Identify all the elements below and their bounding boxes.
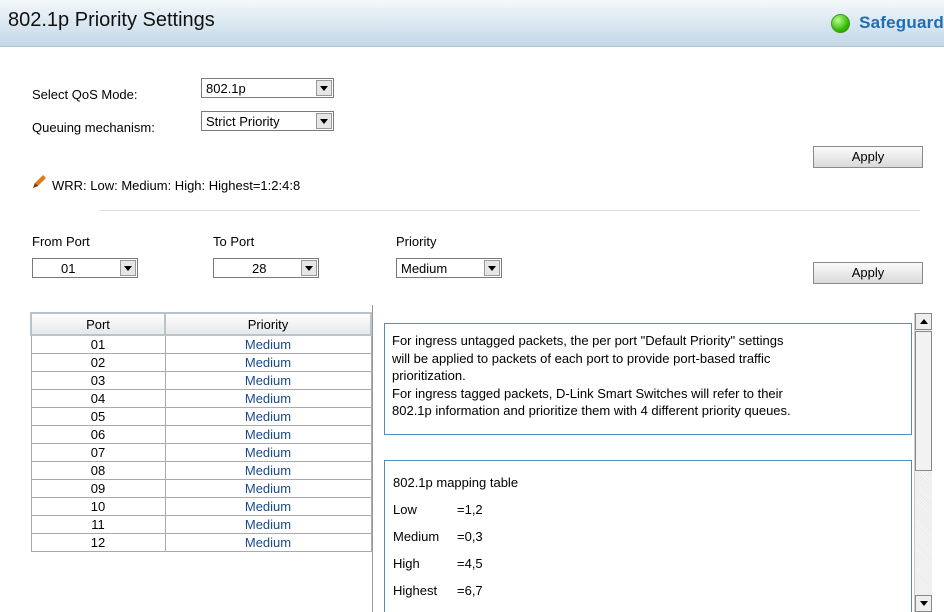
table-row: 05 Medium — [30, 407, 372, 426]
mapping-title: 802.1p mapping table — [393, 475, 519, 490]
priority-value: Medium — [401, 261, 448, 276]
to-port-select[interactable]: 28 — [213, 258, 319, 278]
mapping-value: =0,3 — [457, 529, 483, 544]
mapping-name: Highest — [393, 583, 438, 598]
port-cell: 03 — [30, 371, 166, 390]
safeguard-status: Safeguard — [831, 13, 944, 33]
page-title: 802.1p Priority Settings — [8, 9, 215, 31]
column-header-port: Port — [30, 312, 166, 336]
port-cell: 07 — [30, 443, 166, 462]
table-row: 10 Medium — [30, 497, 372, 516]
table-row: 08 Medium — [30, 461, 372, 480]
qos-mode-select[interactable]: 802.1p — [201, 78, 334, 98]
dropdown-arrow-icon — [120, 260, 136, 276]
priority-cell: Medium — [164, 335, 372, 354]
table-row: 06 Medium — [30, 425, 372, 444]
mapping-name: Medium — [393, 529, 440, 544]
from-port-label: From Port — [32, 234, 90, 249]
table-row: 09 Medium — [30, 479, 372, 498]
port-cell: 02 — [30, 353, 166, 372]
dropdown-arrow-icon — [484, 260, 500, 276]
mapping-value: =1,2 — [457, 502, 483, 517]
from-port-select[interactable]: 01 — [32, 258, 138, 278]
info-line: For ingress tagged packets, D-Link Smart… — [392, 385, 783, 401]
table-row: 11 Medium — [30, 515, 372, 534]
priority-cell: Medium — [164, 497, 372, 516]
info-line: prioritization. — [392, 368, 466, 383]
title-bar: 802.1p Priority Settings Safeguard — [0, 0, 944, 47]
mapping-row: Low =1,2 — [393, 496, 903, 523]
priority-select[interactable]: Medium — [396, 258, 502, 278]
priority-cell: Medium — [164, 461, 372, 480]
priority-label: Priority — [396, 234, 437, 249]
scroll-thumb[interactable] — [915, 331, 932, 471]
dropdown-arrow-icon — [301, 260, 317, 276]
priority-cell: Medium — [164, 407, 372, 426]
mapping-row: High =4,5 — [393, 550, 903, 577]
table-row: 01 Medium — [30, 335, 372, 354]
info-line: will be applied to packets of each port … — [392, 350, 771, 366]
mapping-name: Low — [393, 502, 417, 517]
to-port-value: 28 — [252, 261, 267, 276]
table-header-row: Port Priority — [30, 312, 372, 336]
column-header-priority: Priority — [164, 312, 372, 336]
port-apply-button[interactable]: Apply — [813, 262, 923, 284]
priority-cell: Medium — [164, 371, 372, 390]
qos-apply-button[interactable]: Apply — [813, 146, 923, 168]
priority-cell: Medium — [164, 443, 372, 462]
info-line: For ingress untagged packets, the per po… — [392, 333, 784, 348]
port-cell: 10 — [30, 497, 166, 516]
priority-cell: Medium — [164, 479, 372, 498]
safeguard-label: Safeguard — [859, 13, 944, 32]
table-row: 12 Medium — [30, 533, 372, 552]
qos-mode-value: 802.1p — [206, 81, 246, 96]
port-cell: 01 — [30, 335, 166, 354]
table-row: 02 Medium — [30, 353, 372, 372]
dropdown-arrow-icon — [316, 80, 332, 96]
mapping-table-box: 802.1p mapping table Low =1,2 Medium =0,3 … — [384, 460, 912, 612]
from-port-value: 01 — [61, 261, 76, 276]
priority-cell: Medium — [164, 353, 372, 372]
table-row: 04 Medium — [30, 389, 372, 408]
dropdown-arrow-icon — [316, 113, 332, 129]
port-cell: 06 — [30, 425, 166, 444]
mapping-name: High — [393, 556, 420, 571]
port-priority-table: Port Priority 01 Medium 02 Medium 03 Medium… — [30, 312, 372, 552]
section-divider — [100, 210, 920, 211]
priority-cell: Medium — [164, 425, 372, 444]
table-row: 07 Medium — [30, 443, 372, 462]
priority-cell: Medium — [164, 533, 372, 552]
mapping-row: Medium =0,3 — [393, 523, 903, 550]
help-scrollbar[interactable] — [914, 313, 932, 612]
info-line: 802.1p information and prioritize them w… — [392, 403, 791, 418]
table-row: 03 Medium — [30, 371, 372, 390]
queuing-mechanism-select[interactable]: Strict Priority — [201, 111, 334, 131]
info-box: For ingress untagged packets, the per po… — [384, 323, 912, 435]
pencil-icon — [33, 175, 46, 188]
port-cell: 09 — [30, 479, 166, 498]
port-cell: 11 — [30, 515, 166, 534]
priority-cell: Medium — [164, 389, 372, 408]
to-port-label: To Port — [213, 234, 255, 249]
priority-cell: Medium — [164, 515, 372, 534]
scroll-up-arrow-icon[interactable] — [915, 313, 932, 330]
port-cell: 05 — [30, 407, 166, 426]
qos-mode-label: Select QoS Mode: — [32, 87, 138, 102]
queuing-mechanism-label: Queuing mechanism: — [32, 120, 155, 135]
port-cell: 08 — [30, 461, 166, 480]
wrr-note: WRR: Low: Medium: High: Highest=1:2:4:8 — [52, 178, 301, 193]
mapping-value: =6,7 — [457, 583, 483, 598]
port-cell: 12 — [30, 533, 166, 552]
queuing-mechanism-value: Strict Priority — [206, 114, 280, 129]
scroll-down-arrow-icon[interactable] — [915, 595, 932, 612]
mapping-row: Highest =6,7 — [393, 577, 903, 604]
mapping-value: =4,5 — [457, 556, 483, 571]
port-cell: 04 — [30, 389, 166, 408]
status-green-dot-icon — [831, 13, 851, 33]
